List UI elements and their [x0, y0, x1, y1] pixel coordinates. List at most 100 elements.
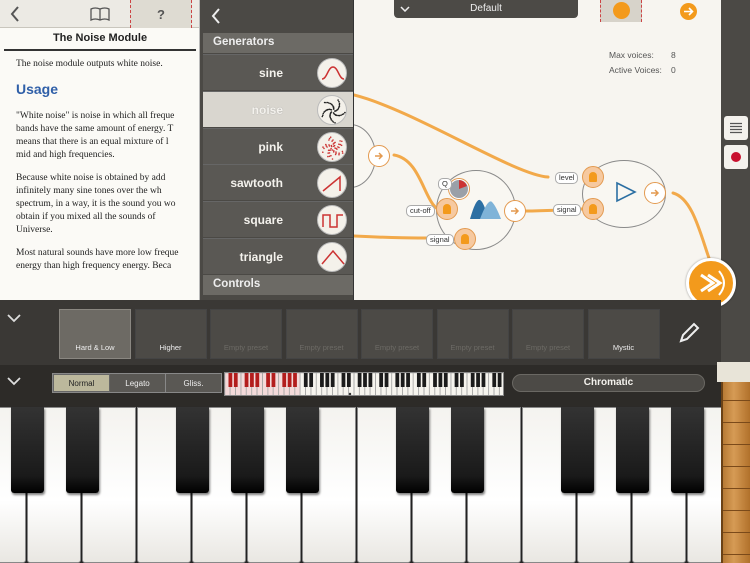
preset-selector[interactable]: Default — [394, 0, 578, 18]
generator-item-sawtooth[interactable]: sawtooth — [203, 164, 353, 201]
preset-label: Empty preset — [374, 343, 420, 352]
black-key[interactable] — [65, 407, 99, 493]
preset-slot[interactable]: Empty preset — [436, 309, 509, 359]
cutoff-label: cut-off — [406, 205, 435, 217]
wood-grain — [723, 400, 750, 401]
triangle-wave-icon — [317, 242, 347, 272]
edit-presets-button[interactable] — [676, 320, 702, 346]
patch-cables — [354, 93, 721, 287]
help-intro: The noise module outputs white noise. — [16, 59, 163, 69]
help-line: Most natural sounds have more low freque — [16, 248, 179, 258]
preset-slot[interactable]: Hard & Low — [59, 309, 131, 359]
q-label: Q — [438, 178, 452, 190]
help-line: energy than high frequency energy. Beca — [16, 261, 172, 271]
wood-grain — [723, 444, 750, 445]
generator-label: square — [243, 213, 283, 228]
black-key[interactable] — [395, 407, 429, 493]
preset-slot[interactable]: Empty preset — [361, 309, 433, 359]
preset-label: Higher — [159, 343, 182, 352]
book-icon — [90, 7, 110, 21]
preset-label: Empty preset — [299, 343, 344, 352]
generators-panel: Generators sine noise pink sawtooth square tr… — [200, 0, 354, 300]
preset-slot[interactable]: Empty preset — [210, 309, 282, 359]
arrow-right-icon — [375, 152, 384, 160]
export-icon — [613, 2, 630, 19]
collapse-keyboard-button[interactable] — [6, 373, 26, 387]
help-line: spectrum, in a way, it is the sound you … — [16, 199, 176, 209]
wood-grain — [723, 422, 750, 423]
help-body: The noise module outputs white noise. Us… — [16, 58, 199, 283]
generators-back-button[interactable] — [206, 5, 226, 27]
help-line: Because white noise is obtained by add — [16, 173, 166, 183]
patch-canvas[interactable]: Default Max voices: 8 Active Voices: 0 Q — [354, 0, 721, 300]
black-key[interactable] — [230, 407, 264, 493]
keyboard-scroll-handle[interactable] — [717, 362, 750, 382]
list-view-button[interactable] — [724, 116, 748, 140]
amp-output-port[interactable] — [644, 182, 666, 204]
help-line: Universe. — [16, 225, 53, 235]
chevron-down-icon — [7, 377, 21, 386]
generator-label: noise — [251, 102, 283, 117]
help-paragraph: Most natural sounds have more low freque… — [16, 247, 199, 273]
forward-arrow-button[interactable] — [680, 3, 697, 20]
cutoff-port[interactable] — [436, 198, 458, 220]
preset-slot[interactable]: Mystic — [587, 309, 660, 359]
mode-gliss-button[interactable]: Gliss. — [166, 374, 221, 392]
controls-section-label[interactable]: Controls — [203, 275, 353, 295]
scale-selector[interactable]: Chromatic — [512, 374, 705, 392]
help-toolbar: ? — [0, 0, 199, 28]
right-toolbar — [721, 0, 750, 365]
preset-slot[interactable]: Higher — [134, 309, 207, 359]
black-key[interactable] — [560, 407, 594, 493]
wood-side-panel — [721, 382, 750, 563]
preset-slot[interactable]: Empty preset — [512, 309, 584, 359]
noise-icon — [317, 94, 347, 125]
help-line: "White noise" is noise in which all freq… — [16, 111, 175, 121]
generator-item-square[interactable]: square — [203, 201, 353, 238]
black-key[interactable] — [615, 407, 649, 493]
collapse-presets-button[interactable] — [6, 310, 26, 324]
help-contents-button[interactable] — [84, 0, 116, 28]
black-key[interactable] — [285, 407, 319, 493]
preset-label: Hard & Low — [75, 343, 115, 352]
presets-bar: Hard & Low Higher Empty preset Empty preset… — [0, 300, 721, 365]
chevron-left-icon — [211, 8, 220, 24]
help-line: means that there is an equal mixture of … — [16, 137, 169, 147]
generator-item-sine[interactable]: sine — [203, 54, 353, 90]
black-key[interactable] — [175, 407, 209, 493]
preset-label: Empty preset — [450, 343, 495, 352]
piano-keyboard[interactable] — [0, 407, 742, 563]
chevron-down-icon — [7, 314, 21, 323]
arrow-right-icon — [684, 7, 694, 16]
generator-item-noise[interactable]: noise — [203, 90, 353, 127]
record-button[interactable] — [724, 145, 748, 169]
filter-output-port[interactable] — [504, 200, 526, 222]
chevron-down-icon — [398, 0, 412, 18]
preset-name: Default — [470, 3, 502, 14]
output-arrows-icon — [700, 270, 725, 296]
generator-item-pink[interactable]: pink — [203, 127, 353, 164]
generator-item-triangle[interactable]: triangle — [203, 238, 353, 274]
generator-output-port[interactable] — [368, 145, 390, 167]
level-port[interactable] — [582, 166, 604, 188]
black-key[interactable] — [670, 407, 704, 493]
amp-signal-label: signal — [553, 204, 581, 216]
filter-signal-port[interactable] — [454, 228, 476, 250]
help-title: The Noise Module — [52, 32, 148, 44]
pencil-icon — [679, 322, 700, 343]
help-paragraphs: "White noise" is noise in which all freq… — [16, 110, 199, 273]
preset-label: Empty preset — [525, 343, 571, 352]
mode-normal-button[interactable]: Normal — [53, 374, 110, 392]
black-key[interactable] — [10, 407, 44, 493]
black-key[interactable] — [450, 407, 484, 493]
amp-signal-port[interactable] — [582, 198, 604, 220]
keyboard-range-overview[interactable] — [224, 372, 504, 396]
mode-legato-button[interactable]: Legato — [110, 374, 166, 392]
help-button[interactable]: ? — [130, 0, 192, 28]
help-heading: Usage — [16, 81, 59, 97]
help-line: bands have the same amount of energy. T — [16, 124, 174, 134]
help-back-button[interactable] — [2, 0, 28, 28]
export-button[interactable] — [600, 0, 642, 22]
filter-signal-label: signal — [426, 234, 454, 246]
preset-slot[interactable]: Empty preset — [285, 309, 358, 359]
